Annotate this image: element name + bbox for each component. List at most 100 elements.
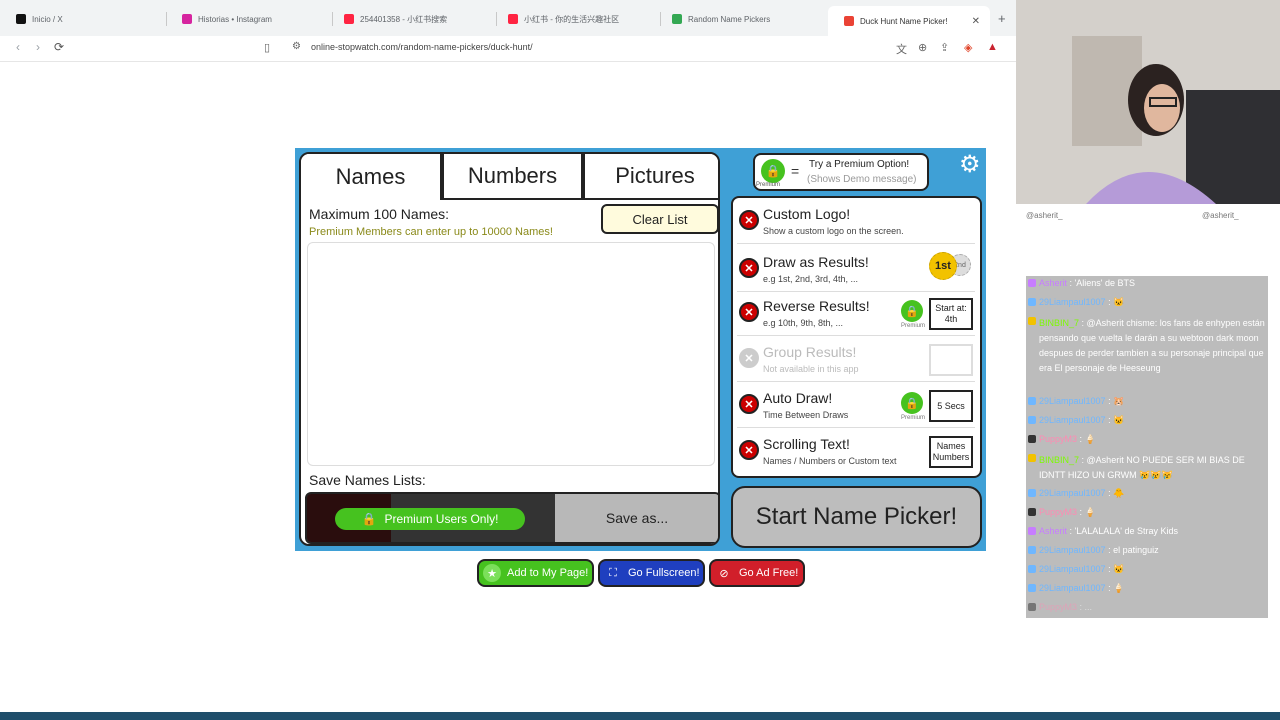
chat-message: 29Liampaul1007 : 🐥 bbox=[1028, 488, 1124, 499]
seconds-field[interactable]: 5 Secs bbox=[929, 390, 973, 422]
start-at-field[interactable]: Start at: 4th bbox=[929, 298, 973, 330]
option-auto-draw[interactable]: ✕ Auto Draw! Time Between Draws 🔒 Premiu… bbox=[737, 384, 975, 428]
option-title: Reverse Results! bbox=[763, 298, 870, 314]
disabled-x-icon: ✕ bbox=[739, 258, 759, 278]
premium-label: Premium bbox=[900, 415, 925, 421]
option-draw-as-results[interactable]: ✕ Draw as Results! e.g 1st, 2nd, 3rd, 4t… bbox=[737, 248, 975, 292]
premium-lock-icon: 🔒 bbox=[761, 159, 785, 183]
premium-note: Premium Members can enter up to 10000 Na… bbox=[309, 226, 553, 238]
tab-pictures[interactable]: Pictures bbox=[583, 154, 718, 200]
close-tab-icon[interactable]: ✕ bbox=[972, 16, 980, 27]
option-reverse-results[interactable]: ✕ Reverse Results! e.g 10th, 9th, 8th, .… bbox=[737, 292, 975, 336]
option-subtitle: e.g 10th, 9th, 8th, ... bbox=[763, 318, 844, 328]
forward-icon[interactable]: › bbox=[36, 40, 40, 54]
bookmark-icon[interactable]: ▯ bbox=[264, 41, 270, 54]
xiaohongshu-favicon-icon bbox=[508, 14, 518, 24]
browser-tab-title: Historias • Instagram bbox=[198, 14, 272, 24]
taskbar-strip bbox=[0, 712, 1280, 720]
browser-tab[interactable]: Inicio / X bbox=[0, 8, 166, 30]
chat-message: PuppyM3 : 🍦 bbox=[1028, 507, 1096, 518]
go-fullscreen-button[interactable]: ⛶ Go Fullscreen! bbox=[598, 559, 705, 587]
instagram-favicon-icon bbox=[182, 14, 192, 24]
clear-list-button[interactable]: Clear List bbox=[601, 204, 718, 234]
premium-only-button[interactable]: 🔒 Premium Users Only! bbox=[335, 508, 525, 530]
premium-lock-label: Premium bbox=[756, 182, 781, 188]
option-title: Group Results! bbox=[763, 344, 857, 360]
scrolling-type-field[interactable]: Names Numbers bbox=[929, 436, 973, 468]
option-title: Draw as Results! bbox=[763, 254, 869, 270]
tab-numbers[interactable]: Numbers bbox=[442, 154, 583, 200]
premium-tooltip: 🔒 Premium = Try a Premium Option! (Shows… bbox=[753, 153, 929, 191]
go-ad-free-button[interactable]: ⊘ Go Ad Free! bbox=[709, 559, 805, 587]
premium-tip-title: Try a Premium Option! bbox=[809, 159, 910, 170]
site-info-icon[interactable]: ⚙ bbox=[292, 41, 301, 52]
chat-message: 29Liampaul1007 : 🍦 bbox=[1028, 583, 1124, 594]
browser-tab-title: 254401358 - 小红书搜索 bbox=[360, 14, 448, 24]
settings-gear-icon[interactable]: ⚙ bbox=[959, 150, 981, 179]
webcam-feed bbox=[1016, 0, 1280, 204]
chat-message: 29Liampaul1007 : el patinguiz bbox=[1028, 545, 1159, 555]
add-to-my-page-label: Add to My Page! bbox=[507, 567, 589, 579]
browser-tab-active[interactable]: Duck Hunt Name Picker! ✕ bbox=[828, 6, 990, 36]
names-textarea[interactable] bbox=[307, 242, 715, 466]
option-title: Auto Draw! bbox=[763, 390, 833, 406]
duck-hunt-favicon-icon bbox=[844, 16, 854, 26]
save-names-label: Save Names Lists: bbox=[309, 472, 426, 488]
star-icon: ★ bbox=[483, 564, 501, 582]
add-to-my-page-button[interactable]: ★ Add to My Page! bbox=[477, 559, 594, 587]
translate-icon[interactable]: 文 bbox=[896, 41, 907, 57]
browser-tab[interactable]: Historias • Instagram bbox=[166, 8, 332, 30]
options-panel: ✕ Custom Logo! Show a custom logo on the… bbox=[731, 196, 982, 478]
premium-lock-icon: 🔒 bbox=[901, 392, 923, 414]
disabled-x-icon: ✕ bbox=[739, 348, 759, 368]
back-icon[interactable]: ‹ bbox=[16, 40, 20, 54]
option-custom-logo[interactable]: ✕ Custom Logo! Show a custom logo on the… bbox=[737, 200, 975, 244]
start-name-picker-button[interactable]: Start Name Picker! bbox=[731, 486, 982, 548]
browser-tab-bar: Inicio / X Historias • Instagram 2544013… bbox=[0, 0, 1016, 36]
browser-tab-title: Inicio / X bbox=[32, 14, 63, 24]
new-tab-icon[interactable]: + bbox=[998, 11, 1006, 26]
reload-icon[interactable]: ⟳ bbox=[54, 40, 64, 54]
go-ad-free-label: Go Ad Free! bbox=[739, 567, 799, 579]
chat-message: BINBIN_7 : @Asherit NO PUEDE SER MI BIAS… bbox=[1028, 453, 1266, 483]
option-subtitle: Names / Numbers or Custom text bbox=[763, 456, 897, 466]
chat-message: PuppyM3 : 🍦 bbox=[1028, 434, 1096, 445]
browser-tab-title: 小红书 - 你的生活兴趣社区 bbox=[524, 14, 620, 24]
browser-tab[interactable]: 小红书 - 你的生活兴趣社区 bbox=[492, 8, 658, 30]
browser-tab[interactable]: 254401358 - 小红书搜索 bbox=[328, 8, 494, 30]
xiaohongshu-favicon-icon bbox=[344, 14, 354, 24]
stream-handle-left: @asherit_ bbox=[1026, 211, 1063, 220]
chat-message: 29Liampaul1007 : 🐹 bbox=[1028, 396, 1124, 407]
brave-shield-icon[interactable]: ◈ bbox=[964, 41, 972, 54]
url-field[interactable]: online-stopwatch.com/random-name-pickers… bbox=[311, 42, 533, 52]
rewards-icon[interactable]: ▲ bbox=[987, 41, 998, 53]
no-ads-icon: ⊘ bbox=[719, 567, 729, 580]
share-icon[interactable]: ⇪ bbox=[940, 41, 949, 54]
option-scrolling-text[interactable]: ✕ Scrolling Text! Names / Numbers or Cus… bbox=[737, 430, 975, 474]
stream-chat: Asherit : 'Aliens' de BTS 29Liampaul1007… bbox=[1026, 276, 1268, 618]
chat-message: Asherit : 'LALALALA' de Stray Kids bbox=[1028, 526, 1178, 536]
disabled-x-icon: ✕ bbox=[739, 302, 759, 322]
webcam-overlay bbox=[1016, 0, 1280, 204]
browser-tab-title: Duck Hunt Name Picker! bbox=[860, 16, 948, 26]
go-fullscreen-label: Go Fullscreen! bbox=[628, 567, 700, 579]
name-picker-widget: Names Numbers Pictures Maximum 100 Names… bbox=[295, 148, 986, 551]
option-group-results: ✕ Group Results! Not available in this a… bbox=[737, 338, 975, 382]
option-subtitle: Show a custom logo on the screen. bbox=[763, 226, 904, 236]
premium-only-label: Premium Users Only! bbox=[384, 512, 499, 526]
x-favicon-icon bbox=[16, 14, 26, 24]
chat-message: PuppyM3 : ... bbox=[1028, 602, 1092, 612]
chat-message: BINBIN_7 : @Asherit chisme: los fans de … bbox=[1028, 316, 1266, 376]
equals-sign: = bbox=[791, 163, 800, 179]
option-subtitle: e.g 1st, 2nd, 3rd, 4th, ... bbox=[763, 274, 859, 284]
save-as-button[interactable]: Save as... bbox=[555, 494, 718, 542]
browser-tab-title: Random Name Pickers bbox=[688, 14, 771, 24]
option-subtitle: Not available in this app bbox=[763, 364, 859, 374]
tab-names[interactable]: Names bbox=[301, 154, 442, 200]
premium-label: Premium bbox=[900, 323, 925, 329]
premium-tip-sub: (Shows Demo message) bbox=[807, 174, 917, 185]
chat-message: 29Liampaul1007 : 🐱 bbox=[1028, 415, 1124, 426]
option-subtitle: Time Between Draws bbox=[763, 410, 849, 420]
zoom-icon[interactable]: ⊕ bbox=[918, 41, 927, 54]
browser-tab[interactable]: Random Name Pickers bbox=[656, 8, 822, 30]
